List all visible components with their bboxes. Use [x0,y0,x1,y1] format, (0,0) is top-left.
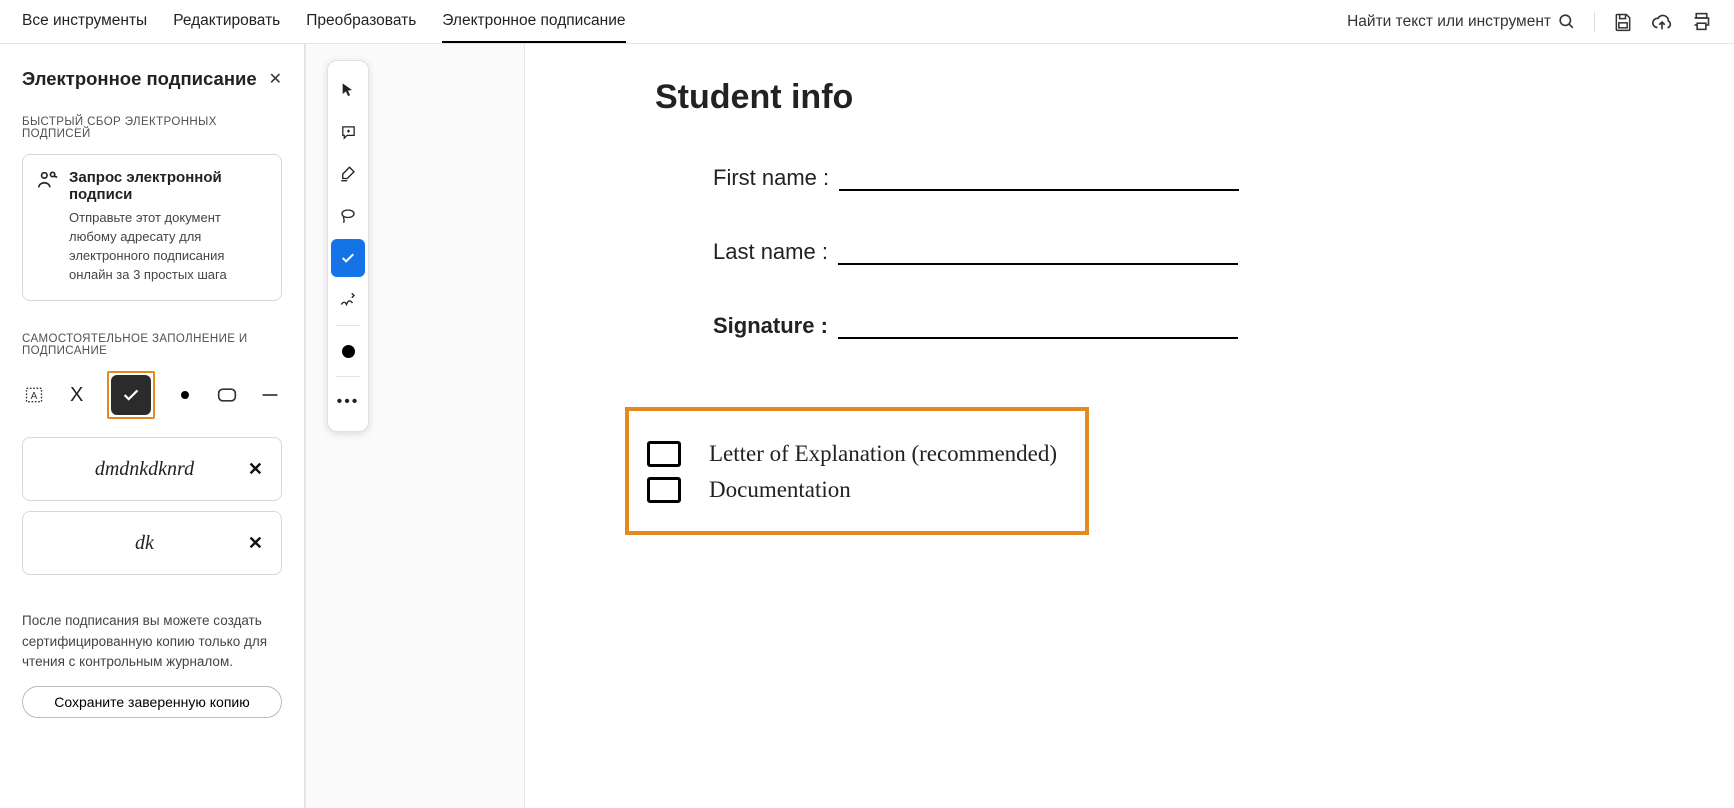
highlight-tool-icon[interactable] [331,155,365,193]
section-self-label: САМОСТОЯТЕЛЬНОЕ ЗАПОЛНЕНИЕ И ПОДПИСАНИЕ [22,333,282,357]
cross-tool[interactable]: X [64,381,88,409]
request-signature-icon [37,169,59,284]
signature-1-text: dmdnkdknrd [41,458,248,481]
search-area[interactable]: Найти текст или инструмент [1347,12,1576,31]
tab-esign[interactable]: Электронное подписание [442,0,625,43]
text-box-tool[interactable]: A [22,381,46,409]
remove-signature-1-icon[interactable]: ✕ [248,459,263,480]
saved-signature-2[interactable]: dk ✕ [22,511,282,575]
pointer-tool-icon[interactable] [331,71,365,109]
checkbox-documentation-label: Documentation [709,477,851,503]
signature-label: Signature : [713,313,828,339]
close-sidebar-icon[interactable]: ✕ [269,69,282,89]
esign-sidebar: Электронное подписание ✕ БЫСТРЫЙ СБОР ЭЛ… [0,44,305,808]
floating-toolbar: ••• [327,60,369,432]
print-icon[interactable] [1691,11,1712,32]
fill-sign-tool-icon[interactable] [331,239,365,277]
tab-all-tools[interactable]: Все инструменты [22,0,147,43]
draw-signature-tool-icon[interactable] [331,281,365,319]
checkbox-documentation[interactable] [647,477,681,503]
last-name-field: Last name : [713,239,1674,265]
request-signature-title: Запрос электронной подписи [69,169,267,203]
line-tool[interactable] [258,381,282,409]
top-tabs: Все инструменты Редактировать Преобразов… [22,0,626,43]
last-name-line[interactable] [838,263,1238,265]
svg-text:A: A [31,392,38,403]
tab-edit[interactable]: Редактировать [173,0,280,43]
document-canvas[interactable]: Student info First name : Last name : Si… [525,44,1734,808]
first-name-field: First name : [713,165,1674,191]
checkbox-row-documentation: Documentation [647,477,1057,503]
color-picker-icon[interactable] [331,332,365,370]
certified-copy-note: После подписания вы можете создать серти… [22,611,282,672]
comment-tool-icon[interactable] [331,113,365,151]
last-name-label: Last name : [713,239,828,265]
checkbox-letter[interactable] [647,441,681,467]
checkbox-row-letter: Letter of Explanation (recommended) [647,441,1057,467]
search-placeholder-label: Найти текст или инструмент [1347,13,1551,31]
top-right-controls: Найти текст или инструмент [1347,11,1712,33]
checkmark-tool[interactable] [111,375,151,415]
more-tools-icon[interactable]: ••• [331,383,365,421]
request-signature-card[interactable]: Запрос электронной подписи Отправьте это… [22,154,282,301]
checkbox-letter-label: Letter of Explanation (recommended) [709,441,1057,467]
checkbox-highlight-block: Letter of Explanation (recommended) Docu… [625,407,1089,535]
save-icon[interactable] [1613,12,1633,32]
cloud-upload-icon[interactable] [1651,11,1673,33]
signature-2-text: dk [41,532,248,555]
save-certified-copy-button[interactable]: Сохраните заверенную копию [22,686,282,718]
search-icon[interactable] [1557,12,1576,31]
remove-signature-2-icon[interactable]: ✕ [248,533,263,554]
lasso-tool-icon[interactable] [331,197,365,235]
tab-convert[interactable]: Преобразовать [306,0,416,43]
sidebar-title: Электронное подписание [22,68,257,90]
rounded-rect-tool[interactable] [215,381,239,409]
request-signature-desc: Отправьте этот документ любому адресату … [69,209,267,284]
checkmark-tool-selected-highlight [107,371,155,419]
annotation-tools: A X [22,371,282,419]
section-collect-label: БЫСТРЫЙ СБОР ЭЛЕКТРОННЫХ ПОДПИСЕЙ [22,116,282,140]
first-name-line[interactable] [839,189,1239,191]
document-area: ••• Student info First name : Last name … [305,44,1734,808]
dot-tool[interactable] [173,381,197,409]
signature-line[interactable] [838,337,1238,339]
document-heading: Student info [655,78,1674,117]
signature-field: Signature : [713,313,1674,339]
divider [1594,12,1595,32]
first-name-label: First name : [713,165,829,191]
saved-signature-1[interactable]: dmdnkdknrd ✕ [22,437,282,501]
top-toolbar: Все инструменты Редактировать Преобразов… [0,0,1734,44]
